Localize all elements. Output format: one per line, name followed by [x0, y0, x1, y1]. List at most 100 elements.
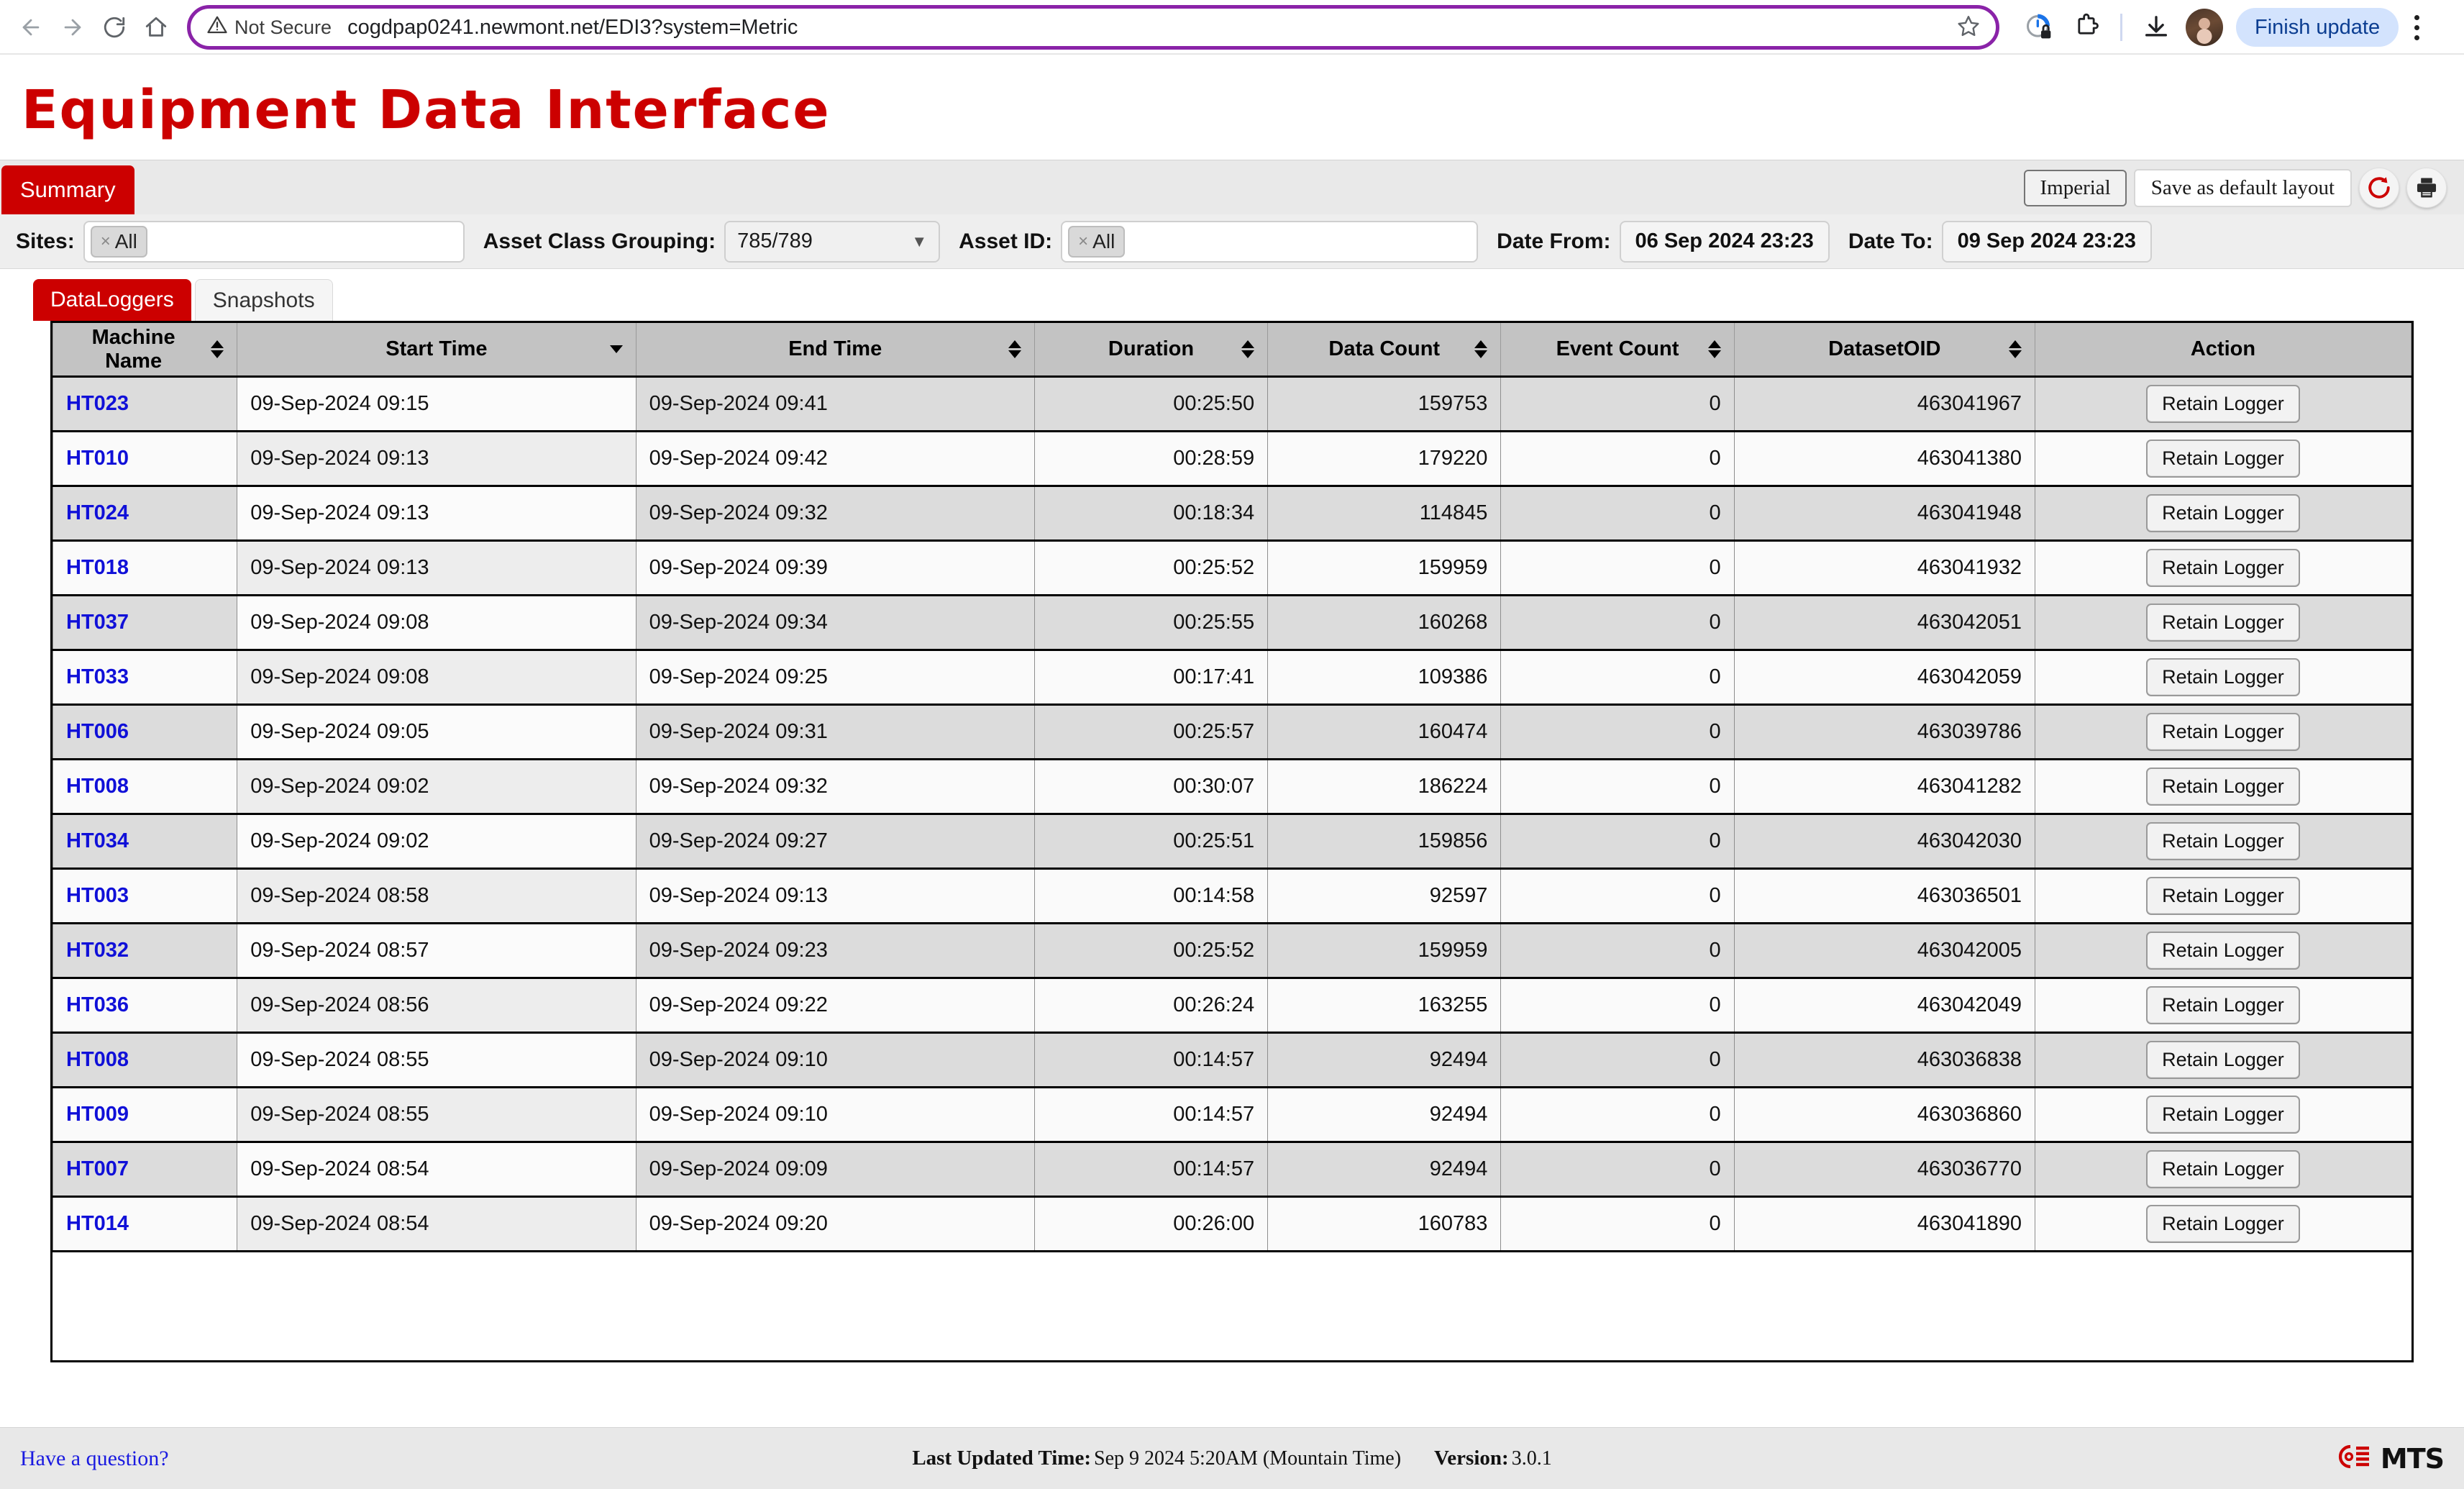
- retain-logger-button[interactable]: Retain Logger: [2146, 1150, 2300, 1188]
- performance-lock-icon[interactable]: [2019, 7, 2059, 47]
- machine-name-link[interactable]: HT024: [66, 501, 129, 524]
- asset-id-chip-all[interactable]: × All: [1068, 225, 1126, 258]
- retain-logger-button[interactable]: Retain Logger: [2146, 1096, 2300, 1134]
- cell-dataset-oid: 463036838: [1733, 1032, 2035, 1088]
- machine-name-link[interactable]: HT009: [66, 1103, 129, 1126]
- retain-logger-button[interactable]: Retain Logger: [2146, 713, 2300, 751]
- column-header-end-time[interactable]: End Time: [635, 321, 1035, 378]
- retain-logger-button[interactable]: Retain Logger: [2146, 877, 2300, 915]
- machine-name-link[interactable]: HT033: [66, 665, 129, 688]
- column-header-event-count[interactable]: Event Count: [1500, 321, 1735, 378]
- forward-arrow-icon[interactable]: [52, 6, 93, 48]
- cell-end-time: 09-Sep-2024 09:34: [635, 595, 1035, 651]
- address-bar[interactable]: Not Secure cogdpap0241.newmont.net/EDI3?…: [187, 5, 1999, 50]
- sort-desc-icon[interactable]: [609, 345, 623, 353]
- asset-id-multiselect[interactable]: × All: [1061, 220, 1479, 263]
- machine-name-link[interactable]: HT034: [66, 829, 129, 852]
- printer-icon[interactable]: [2406, 168, 2447, 208]
- retain-logger-button[interactable]: Retain Logger: [2146, 385, 2300, 423]
- sort-both-icon[interactable]: [1474, 340, 1488, 358]
- sort-both-icon[interactable]: [1008, 340, 1021, 358]
- cell-action: Retain Logger: [2034, 486, 2411, 542]
- retain-logger-button[interactable]: Retain Logger: [2146, 549, 2300, 587]
- retain-logger-button[interactable]: Retain Logger: [2146, 1205, 2300, 1243]
- date-from-input[interactable]: 06 Sep 2024 23:23: [1619, 220, 1830, 263]
- machine-name-link[interactable]: HT023: [66, 392, 129, 415]
- column-header-start-time[interactable]: Start Time: [237, 321, 636, 378]
- avatar[interactable]: [2186, 9, 2223, 46]
- column-header-duration[interactable]: Duration: [1033, 321, 1269, 378]
- cell-action: Retain Logger: [2034, 1032, 2411, 1088]
- machine-name-link[interactable]: HT032: [66, 939, 129, 962]
- sort-both-icon[interactable]: [211, 340, 224, 358]
- retain-logger-button[interactable]: Retain Logger: [2146, 768, 2300, 806]
- machine-name-link[interactable]: HT036: [66, 993, 129, 1016]
- cell-machine-name: HT008: [53, 1032, 238, 1088]
- retain-logger-button[interactable]: Retain Logger: [2146, 494, 2300, 532]
- refresh-icon[interactable]: [2359, 168, 2399, 208]
- tab-snapshots[interactable]: Snapshots: [194, 279, 333, 321]
- machine-name-link[interactable]: HT014: [66, 1212, 129, 1235]
- chip-remove-icon[interactable]: ×: [1078, 232, 1088, 252]
- chip-remove-icon[interactable]: ×: [101, 232, 111, 252]
- extensions-puzzle-icon[interactable]: [2066, 7, 2107, 47]
- retain-logger-button[interactable]: Retain Logger: [2146, 604, 2300, 642]
- last-updated-value: Sep 9 2024 5:20AM (Mountain Time): [1094, 1447, 1402, 1470]
- cell-dataset-oid: 463036860: [1733, 1087, 2035, 1143]
- version-value: 3.0.1: [1511, 1447, 1552, 1470]
- sites-chip-all[interactable]: × All: [90, 225, 147, 258]
- have-a-question-link[interactable]: Have a question?: [20, 1447, 169, 1471]
- cell-start-time: 09-Sep-2024 08:54: [237, 1142, 636, 1198]
- home-icon[interactable]: [135, 6, 177, 48]
- sites-multiselect[interactable]: × All: [83, 220, 465, 263]
- cell-end-time: 09-Sep-2024 09:20: [635, 1196, 1035, 1252]
- cell-data-count: 160783: [1267, 1196, 1502, 1252]
- download-icon[interactable]: [2136, 7, 2176, 47]
- cell-dataset-oid: 463041932: [1733, 540, 2035, 596]
- finish-update-button[interactable]: Finish update: [2236, 8, 2399, 47]
- tab-summary[interactable]: Summary: [1, 165, 134, 214]
- cell-end-time: 09-Sep-2024 09:31: [635, 704, 1035, 760]
- table-row: HT010 09-Sep-2024 09:13 09-Sep-2024 09:42 0…: [53, 431, 2411, 487]
- sort-both-icon[interactable]: [1707, 340, 1721, 358]
- column-header-dataset-oid[interactable]: DatasetOID: [1733, 321, 2035, 378]
- machine-name-link[interactable]: HT010: [66, 447, 129, 470]
- cell-action: Retain Logger: [2034, 978, 2411, 1034]
- security-status[interactable]: Not Secure: [206, 14, 332, 41]
- back-arrow-icon[interactable]: [10, 6, 52, 48]
- table-header-row: Machine Name Start Time End Time Duratio…: [53, 321, 2411, 378]
- date-to-input[interactable]: 09 Sep 2024 23:23: [1941, 220, 2152, 263]
- chevron-down-icon[interactable]: ▼: [911, 232, 927, 251]
- machine-name-link[interactable]: HT037: [66, 611, 129, 634]
- column-header-data-count[interactable]: Data Count: [1267, 321, 1502, 378]
- retain-logger-button[interactable]: Retain Logger: [2146, 1041, 2300, 1079]
- column-header-machine-name[interactable]: Machine Name: [53, 321, 238, 378]
- cell-end-time: 09-Sep-2024 09:09: [635, 1142, 1035, 1198]
- sort-both-icon[interactable]: [1241, 340, 1255, 358]
- retain-logger-button[interactable]: Retain Logger: [2146, 932, 2300, 970]
- kebab-menu-icon[interactable]: [2399, 7, 2435, 47]
- tab-dataloggers[interactable]: DataLoggers: [33, 279, 191, 321]
- retain-logger-button[interactable]: Retain Logger: [2146, 440, 2300, 478]
- retain-logger-button[interactable]: Retain Logger: [2146, 658, 2300, 696]
- cell-event-count: 0: [1500, 1032, 1735, 1088]
- asset-class-grouping-select[interactable]: 785/789 ▼: [724, 220, 941, 263]
- cell-start-time: 09-Sep-2024 08:55: [237, 1087, 636, 1143]
- cell-start-time: 09-Sep-2024 08:57: [237, 923, 636, 979]
- retain-logger-button[interactable]: Retain Logger: [2146, 986, 2300, 1024]
- save-default-layout-button[interactable]: Save as default layout: [2133, 168, 2352, 207]
- machine-name-link[interactable]: HT007: [66, 1157, 129, 1180]
- machine-name-link[interactable]: HT018: [66, 556, 129, 579]
- machine-name-link[interactable]: HT006: [66, 720, 129, 743]
- machine-name-link[interactable]: HT008: [66, 1048, 129, 1071]
- retain-logger-button[interactable]: Retain Logger: [2146, 822, 2300, 860]
- machine-name-link[interactable]: HT003: [66, 884, 129, 907]
- reload-icon[interactable]: [93, 6, 135, 48]
- cell-action: Retain Logger: [2034, 540, 2411, 596]
- machine-name-link[interactable]: HT008: [66, 775, 129, 798]
- cell-start-time: 09-Sep-2024 08:55: [237, 1032, 636, 1088]
- filter-bar: Sites: × All Asset Class Grouping: 785/7…: [0, 214, 2464, 269]
- sort-both-icon[interactable]: [2008, 340, 2022, 358]
- bookmark-star-icon[interactable]: [1957, 14, 1980, 41]
- imperial-units-button[interactable]: Imperial: [2024, 169, 2127, 206]
